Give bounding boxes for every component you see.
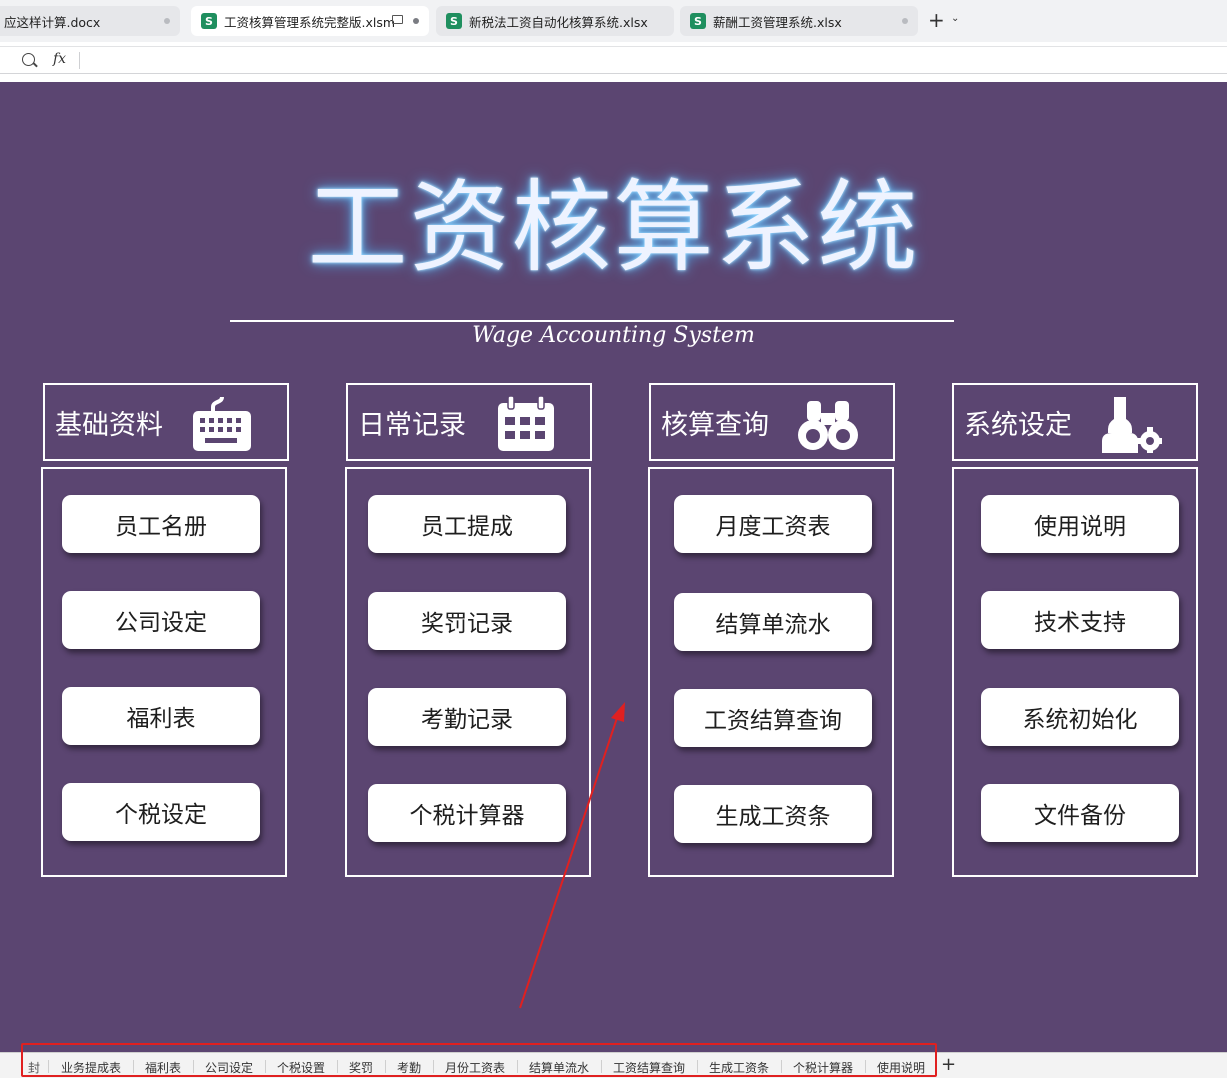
- wage-settlement-query-button[interactable]: 工资结算查询: [674, 689, 872, 747]
- sheet-tab-welfare[interactable]: 福利表: [145, 1059, 181, 1076]
- sheet-tab-commission[interactable]: 业务提成表: [61, 1059, 121, 1076]
- tab-divider: [193, 1060, 194, 1073]
- binoculars-icon: [798, 401, 858, 450]
- formula-divider: [79, 52, 80, 69]
- tab-divider: [865, 1060, 866, 1073]
- tab-divider: [601, 1060, 602, 1073]
- user-guide-button[interactable]: 使用说明: [981, 495, 1179, 553]
- employee-commission-button[interactable]: 员工提成: [368, 495, 566, 553]
- company-settings-button[interactable]: 公司设定: [62, 591, 260, 649]
- attendance-record-button[interactable]: 考勤记录: [368, 688, 566, 746]
- document-tab-bar: 应这样计算.docx S 工资核算管理系统完整版.xlsm S 新税法工资自动化…: [0, 0, 1227, 42]
- section-panel-system-settings: 使用说明 技术支持 系统初始化 文件备份: [952, 467, 1198, 877]
- sheet-tab-attendance[interactable]: 考勤: [397, 1059, 421, 1076]
- tab-label: 薪酬工资管理系统.xlsx: [713, 14, 842, 30]
- formula-input[interactable]: [90, 50, 1210, 71]
- section-panel-basic-data: 员工名册 公司设定 福利表 个税设定: [41, 467, 287, 877]
- tab-new-tax-system[interactable]: S 新税法工资自动化核算系统.xlsx: [436, 6, 674, 36]
- section-header-accounting-query: 核算查询: [649, 383, 895, 461]
- fx-icon[interactable]: fx: [53, 51, 66, 67]
- tab-divider: [781, 1060, 782, 1073]
- tab-divider: [385, 1060, 386, 1073]
- employee-roster-button[interactable]: 员工名册: [62, 495, 260, 553]
- tax-settings-button[interactable]: 个税设定: [62, 783, 260, 841]
- file-backup-button[interactable]: 文件备份: [981, 784, 1179, 842]
- dashboard-sheet: 工资核算系统 Wage Accounting System 基础资料 员工名册 …: [0, 82, 1227, 1052]
- tab-divider: [337, 1060, 338, 1073]
- sheet-tab-monthly[interactable]: 月份工资表: [445, 1059, 505, 1076]
- page-title: 工资核算系统: [307, 169, 920, 286]
- tab-label: 新税法工资自动化核算系统.xlsx: [469, 14, 648, 30]
- page-subtitle: Wage Accounting System: [472, 323, 755, 348]
- sheet-tab-settlement-flow[interactable]: 结算单流水: [529, 1059, 589, 1076]
- tab-status-dot: [413, 18, 419, 24]
- tab-wage-system[interactable]: S 工资核算管理系统完整版.xlsm: [191, 6, 429, 36]
- sheet-tab-tax-setting[interactable]: 个税设置: [277, 1059, 325, 1076]
- tab-status-dot: [164, 18, 170, 24]
- section-title: 日常记录: [358, 410, 466, 441]
- tab-divider: [265, 1060, 266, 1073]
- formula-bar: fx: [0, 46, 1227, 74]
- tech-support-button[interactable]: 技术支持: [981, 591, 1179, 649]
- new-tab-plus-icon[interactable]: +: [928, 10, 945, 30]
- spreadsheet-icon: S: [201, 13, 217, 29]
- sheet-tab-company[interactable]: 公司设定: [205, 1059, 253, 1076]
- tab-divider: [697, 1060, 698, 1073]
- section-title: 系统设定: [964, 410, 1072, 441]
- spreadsheet-icon: S: [690, 13, 706, 29]
- section-panel-accounting-query: 月度工资表 结算单流水 工资结算查询 生成工资条: [648, 467, 894, 877]
- sheet-tab-tax-calc[interactable]: 个税计算器: [793, 1059, 853, 1076]
- tab-label: 应这样计算.docx: [4, 14, 101, 30]
- keyboard-icon: [193, 396, 251, 451]
- tab-divider: [433, 1060, 434, 1073]
- sheet-tab-payslip[interactable]: 生成工资条: [709, 1059, 769, 1076]
- sheet-tab-guide[interactable]: 使用说明: [877, 1059, 925, 1076]
- chevron-down-icon[interactable]: ⌄: [951, 13, 959, 24]
- monthly-payroll-button[interactable]: 月度工资表: [674, 495, 872, 553]
- section-header-daily-records: 日常记录: [346, 383, 592, 461]
- section-title: 核算查询: [661, 410, 769, 441]
- generate-payslip-button[interactable]: 生成工资条: [674, 785, 872, 843]
- tab-label: 工资核算管理系统完整版.xlsm: [224, 14, 396, 30]
- section-header-basic-data: 基础资料: [43, 383, 289, 461]
- reward-penalty-button[interactable]: 奖罚记录: [368, 592, 566, 650]
- tab-docx[interactable]: 应这样计算.docx: [0, 6, 180, 36]
- tab-status-dot: [902, 18, 908, 24]
- monitor-icon: [392, 15, 403, 24]
- sheet-tab-settlement-query[interactable]: 工资结算查询: [613, 1059, 685, 1076]
- settlement-flow-button[interactable]: 结算单流水: [674, 593, 872, 651]
- sheet-tab-reward[interactable]: 奖罚: [349, 1059, 373, 1076]
- section-header-system-settings: 系统设定: [952, 383, 1198, 461]
- add-sheet-icon[interactable]: +: [941, 1054, 956, 1075]
- section-panel-daily-records: 员工提成 奖罚记录 考勤记录 个税计算器: [345, 467, 591, 877]
- user-settings-icon: [1102, 397, 1162, 453]
- spreadsheet-icon: S: [446, 13, 462, 29]
- zoom-icon[interactable]: [22, 53, 35, 66]
- system-init-button[interactable]: 系统初始化: [981, 688, 1179, 746]
- tab-salary-system[interactable]: S 薪酬工资管理系统.xlsx: [680, 6, 918, 36]
- tab-divider: [133, 1060, 134, 1073]
- tab-divider: [48, 1060, 49, 1073]
- sheet-tab-partial[interactable]: 封: [28, 1059, 40, 1076]
- calendar-icon: [498, 395, 554, 451]
- sheet-tab-bar: 封 业务提成表 福利表 公司设定 个税设置 奖罚 考勤 月份工资表 结算单流水 …: [0, 1052, 1227, 1078]
- title-divider: [230, 320, 954, 322]
- tab-divider: [517, 1060, 518, 1073]
- section-title: 基础资料: [55, 410, 163, 441]
- tax-calculator-button[interactable]: 个税计算器: [368, 784, 566, 842]
- welfare-table-button[interactable]: 福利表: [62, 687, 260, 745]
